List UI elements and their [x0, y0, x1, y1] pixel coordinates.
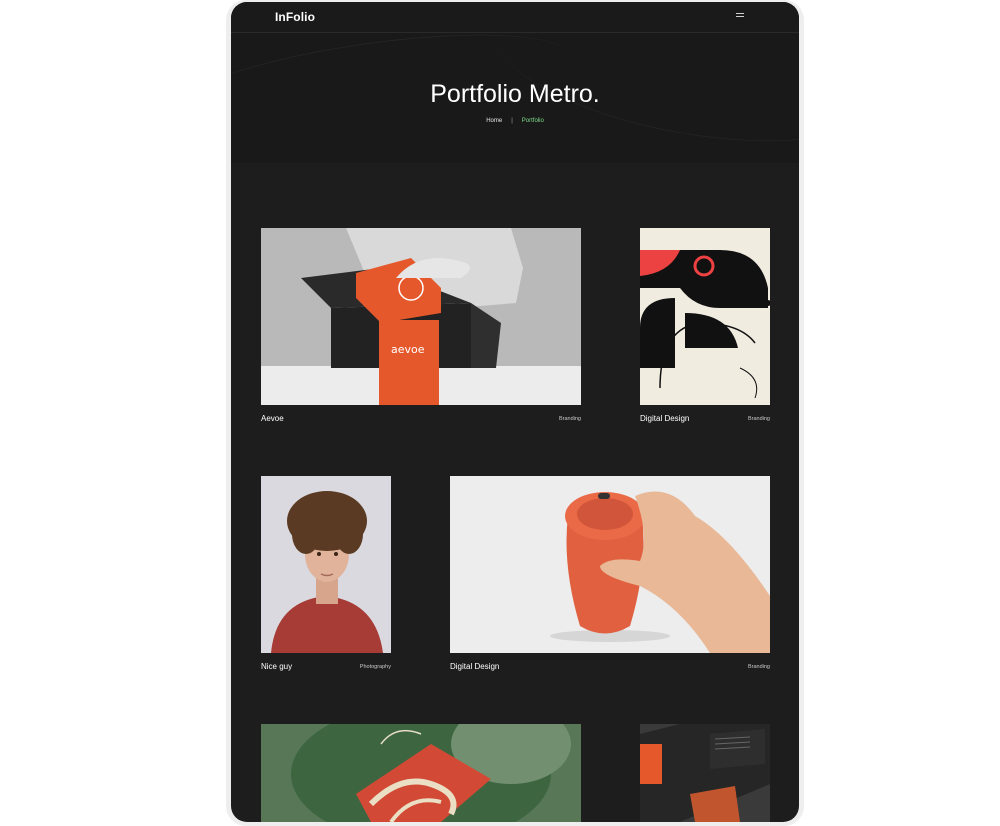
- breadcrumb-current: Portfolio: [521, 118, 544, 124]
- project-title[interactable]: Digital Design: [450, 662, 499, 671]
- screen: InFolio Portfolio Metro. Home | Portfolio …: [231, 2, 799, 822]
- project-image[interactable]: [261, 724, 581, 822]
- portfolio-card-digital-design[interactable]: Digital Design Branding: [640, 228, 770, 428]
- project-category[interactable]: Branding: [748, 664, 770, 670]
- project-category[interactable]: Branding: [559, 416, 581, 422]
- project-title[interactable]: Nice guy: [261, 662, 292, 671]
- site-logo[interactable]: InFolio: [275, 10, 315, 24]
- portfolio-card-aevoe[interactable]: aevoe Aevoe Branding: [261, 228, 581, 428]
- project-category[interactable]: Branding: [748, 416, 770, 422]
- breadcrumb-separator: |: [511, 118, 513, 124]
- project-image[interactable]: [640, 228, 770, 405]
- project-title[interactable]: Aevoe: [261, 414, 284, 423]
- project-title[interactable]: Digital Design: [640, 414, 689, 423]
- portfolio-card-digital-design-cup[interactable]: Digital Design Branding: [450, 476, 770, 676]
- project-image[interactable]: [261, 476, 391, 653]
- project-image[interactable]: [450, 476, 770, 653]
- project-image[interactable]: [640, 724, 770, 822]
- portfolio-card-shopping-bag[interactable]: [261, 724, 581, 822]
- project-image[interactable]: aevoe: [261, 228, 581, 405]
- project-category[interactable]: Photography: [360, 664, 391, 670]
- breadcrumb-home-link[interactable]: Home: [486, 118, 502, 124]
- hamburger-menu-icon[interactable]: [736, 13, 744, 19]
- page-title: Portfolio Metro.: [430, 80, 600, 108]
- portfolio-card-stationery[interactable]: [640, 724, 770, 822]
- breadcrumb: Home | Portfolio: [231, 118, 799, 124]
- top-navbar: InFolio: [231, 2, 799, 33]
- svg-text:aevoe: aevoe: [391, 343, 425, 356]
- portfolio-card-nice-guy[interactable]: Nice guy Photography: [261, 476, 391, 676]
